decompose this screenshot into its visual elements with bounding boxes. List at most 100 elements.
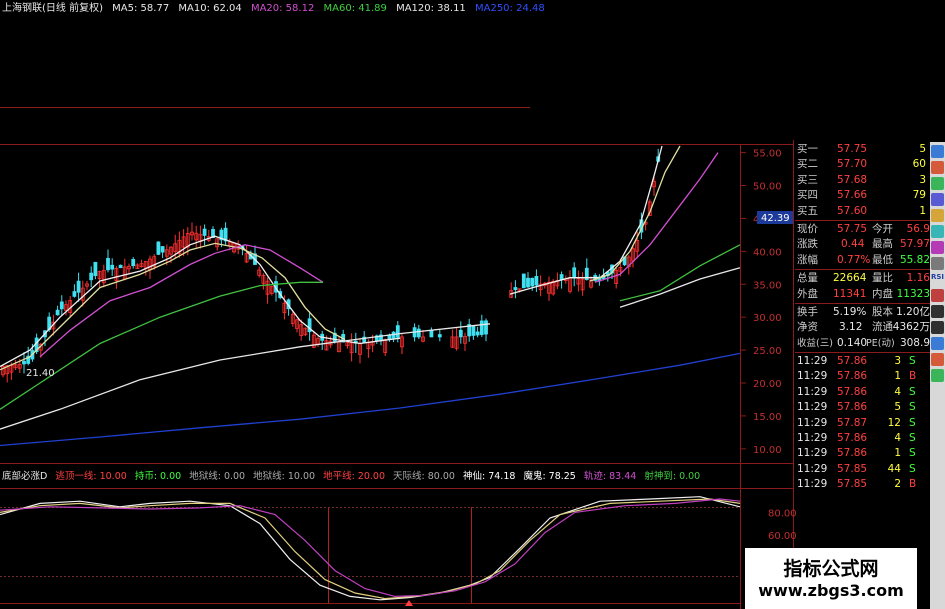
search-icon[interactable] bbox=[931, 193, 944, 206]
bars-icon[interactable] bbox=[931, 241, 944, 254]
price-tick-label: 35.00 bbox=[753, 280, 782, 291]
current-price-text: 42.39 bbox=[761, 213, 790, 224]
ma120-line bbox=[0, 323, 491, 430]
tick-price: 57.86 bbox=[837, 447, 868, 460]
stat-row: 外盘 11341 内盘 11323 bbox=[795, 287, 930, 302]
stat-value: 0.77% bbox=[837, 253, 871, 266]
wave-icon[interactable] bbox=[931, 225, 944, 238]
candle-body bbox=[437, 334, 442, 338]
fund-value: 308.9 bbox=[899, 336, 930, 349]
stat-label: 最高 bbox=[872, 238, 893, 251]
bid-row[interactable]: 买四 57.66 79 bbox=[795, 188, 930, 203]
tick-volume: 4 bbox=[894, 432, 901, 445]
candle-body bbox=[156, 241, 161, 255]
doc-icon[interactable] bbox=[931, 257, 944, 270]
fund-value: 3.12 bbox=[839, 321, 863, 334]
bid-volume: 1 bbox=[919, 204, 926, 217]
tool-icon[interactable] bbox=[931, 289, 944, 302]
candle-body bbox=[55, 309, 60, 316]
tick-volume: 5 bbox=[894, 401, 901, 414]
tick-time: 11:29 bbox=[797, 385, 828, 398]
candle-body bbox=[471, 325, 476, 336]
bid-label: 买五 bbox=[797, 204, 818, 217]
stat-value: 22664 bbox=[833, 272, 867, 285]
tick-time: 11:29 bbox=[797, 401, 828, 414]
fund-value: 5.19% bbox=[833, 305, 867, 318]
list-icon[interactable] bbox=[931, 177, 944, 190]
bid-price: 57.70 bbox=[837, 158, 868, 171]
tick-list[interactable]: 11:29 57.86 3 S 11:29 57.86 1 B 11:29 57.86 4 S 11:2… bbox=[795, 354, 930, 493]
indicator-line-purple bbox=[0, 498, 741, 598]
tick-row[interactable]: 11:29 57.86 3 S bbox=[795, 354, 930, 369]
watermark-title: 指标公式网 bbox=[783, 558, 879, 580]
stat-label: 量比 bbox=[872, 272, 893, 285]
tick-volume: 2 bbox=[894, 478, 901, 491]
fund-value: 4362万 bbox=[892, 321, 930, 334]
chart-grid bbox=[0, 107, 794, 609]
bid-label: 买一 bbox=[797, 143, 818, 155]
candle-body bbox=[22, 360, 26, 365]
tick-row[interactable]: 11:29 57.86 1 B bbox=[795, 369, 930, 384]
tick-time: 11:29 bbox=[797, 462, 828, 475]
tick-volume: 12 bbox=[887, 416, 901, 429]
grid-icon[interactable] bbox=[931, 209, 944, 222]
tick-price: 57.86 bbox=[837, 401, 868, 414]
candle-body bbox=[559, 274, 564, 280]
chart-icon[interactable] bbox=[931, 161, 944, 174]
tick-row[interactable]: 11:29 57.86 4 S bbox=[795, 385, 930, 400]
tick-row[interactable]: 11:29 57.85 44 S bbox=[795, 462, 930, 477]
candle-body bbox=[118, 264, 123, 269]
bid-price: 57.66 bbox=[837, 189, 868, 202]
tick-direction: B bbox=[909, 370, 917, 383]
indicator-tick-label: 60.00 bbox=[768, 531, 797, 542]
candle-body bbox=[534, 275, 539, 286]
grid2-icon[interactable] bbox=[931, 369, 944, 382]
price-tick-label: 25.00 bbox=[753, 346, 782, 357]
price-tick-label: 15.00 bbox=[753, 412, 782, 423]
price-tick-label: 20.00 bbox=[753, 379, 782, 390]
tick-time: 11:29 bbox=[797, 355, 828, 368]
ind-item-3: 地狱线: 0.00 bbox=[189, 471, 246, 482]
candle-body bbox=[526, 277, 530, 288]
plus-icon[interactable] bbox=[931, 337, 944, 350]
bid-row[interactable]: 买一 57.75 5 bbox=[795, 142, 930, 157]
up-icon[interactable] bbox=[931, 305, 944, 318]
bid-row[interactable]: 买五 57.60 1 bbox=[795, 204, 930, 219]
bid-list: 买一 57.75 5 买二 57.70 60 买三 57.68 3 买四 57.66 79 买五… bbox=[795, 142, 930, 219]
rsi-icon[interactable]: RSI bbox=[931, 273, 944, 286]
stat-label: 现价 bbox=[797, 222, 818, 235]
minus-icon[interactable] bbox=[931, 353, 944, 366]
tick-row[interactable]: 11:29 57.86 5 S bbox=[795, 400, 930, 415]
candle-body bbox=[93, 261, 98, 277]
bid-price: 57.68 bbox=[837, 173, 868, 186]
tick-price: 57.85 bbox=[837, 462, 868, 475]
stat-value: 11341 bbox=[833, 287, 867, 300]
candle-body bbox=[521, 273, 526, 289]
price-tick-label: 10.00 bbox=[753, 445, 782, 456]
price-tick-label: 30.00 bbox=[753, 313, 782, 324]
candle-body bbox=[76, 280, 81, 293]
tick-price: 57.86 bbox=[837, 385, 868, 398]
tick-row[interactable]: 11:29 57.86 1 S bbox=[795, 446, 930, 461]
bid-row[interactable]: 买二 57.70 60 bbox=[795, 157, 930, 172]
tick-volume: 44 bbox=[887, 462, 901, 475]
tick-row[interactable]: 11:29 57.87 12 S bbox=[795, 416, 930, 431]
stat-value: 11323 bbox=[896, 287, 930, 300]
stat-row: 总量 22664 量比 1.16 bbox=[795, 271, 930, 286]
ind-item-10: 射神到: 0.00 bbox=[644, 471, 701, 482]
stat-label: 今开 bbox=[872, 222, 893, 235]
indicator-line-yellow bbox=[0, 498, 741, 600]
stat-label: 最低 bbox=[872, 253, 893, 266]
ind-item-4: 地狱线: 10.00 bbox=[253, 471, 316, 482]
candle-body bbox=[475, 331, 480, 336]
indicator-line-white bbox=[0, 496, 741, 601]
down-icon[interactable] bbox=[931, 321, 944, 334]
stat-label: 内盘 bbox=[872, 287, 893, 300]
crosshair-icon[interactable] bbox=[931, 145, 944, 158]
fund-label: 流通 bbox=[872, 321, 893, 334]
tick-row[interactable]: 11:29 57.86 4 S bbox=[795, 431, 930, 446]
bid-row[interactable]: 买三 57.68 3 bbox=[795, 173, 930, 188]
ma5-line bbox=[0, 235, 401, 368]
tick-direction: S bbox=[909, 355, 916, 368]
tick-row[interactable]: 11:29 57.85 2 B bbox=[795, 477, 930, 492]
